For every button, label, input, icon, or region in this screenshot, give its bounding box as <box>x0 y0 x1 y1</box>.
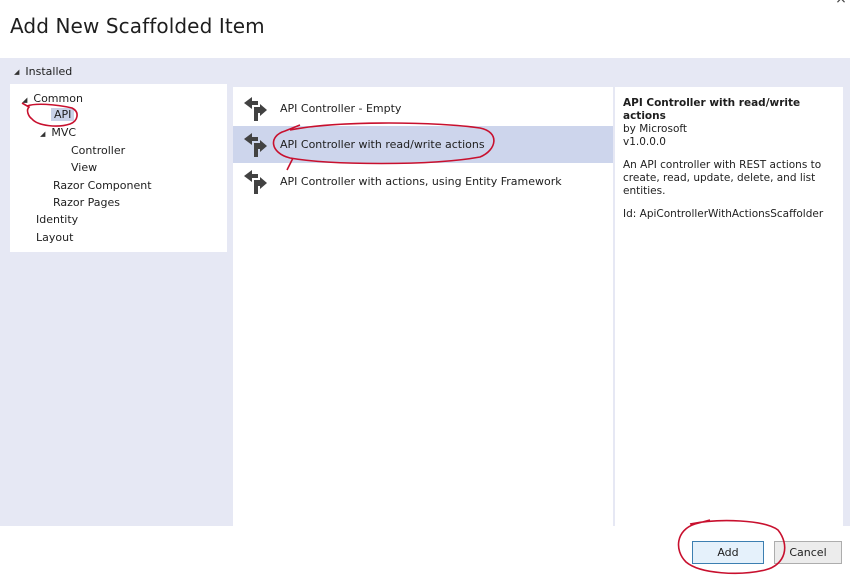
tree-item-razor-component[interactable]: Razor Component <box>53 179 152 192</box>
tree-item-layout[interactable]: Layout <box>36 231 73 244</box>
expanded-triangle-icon: ◢ <box>14 67 20 76</box>
list-item-api-controller-entity-framework[interactable]: API Controller with actions, using Entit… <box>233 163 613 200</box>
installed-label: Installed <box>25 65 73 78</box>
main-area: ◢ Installed ◢ Common API ◢ MVC Controller … <box>0 58 850 526</box>
add-button[interactable]: Add <box>692 541 764 564</box>
list-item-label: API Controller with actions, using Entit… <box>280 175 562 188</box>
list-item-label: API Controller with read/write actions <box>280 138 485 151</box>
details-author: by Microsoft <box>623 123 687 135</box>
scaffolder-list: API Controller - Empty API Controller wi… <box>233 87 613 526</box>
list-item-api-controller-read-write[interactable]: API Controller with read/write actions <box>233 126 613 163</box>
tree-item-controller[interactable]: Controller <box>71 144 125 157</box>
tree-item-label: Identity <box>36 213 79 226</box>
tree-item-label: API <box>54 108 72 121</box>
details-id: Id: ApiControllerWithActionsScaffolder <box>623 208 824 220</box>
tree-item-api[interactable]: API <box>51 108 75 121</box>
tree-item-label: MVC <box>51 126 77 139</box>
tree-item-label: Layout <box>36 231 74 244</box>
scaffold-controller-icon <box>244 169 267 194</box>
list-item-api-controller-empty[interactable]: API Controller - Empty <box>233 90 613 127</box>
close-icon[interactable]: × <box>834 0 848 6</box>
tree-item-label: Common <box>33 92 83 105</box>
installed-header[interactable]: ◢ Installed <box>14 65 72 78</box>
category-tree: ◢ Common API ◢ MVC Controller View Razor C… <box>10 84 227 252</box>
tree-item-identity[interactable]: Identity <box>36 213 78 226</box>
scaffold-controller-icon <box>244 96 267 121</box>
details-panel: API Controller with read/write actions b… <box>615 87 843 526</box>
tree-item-label: Controller <box>71 144 126 157</box>
tree-item-label: View <box>71 161 98 174</box>
tree-item-view[interactable]: View <box>71 161 97 174</box>
dialog-title: Add New Scaffolded Item <box>10 14 265 38</box>
scaffold-controller-icon <box>244 132 267 157</box>
expanded-triangle-icon: ◢ <box>22 96 28 104</box>
details-version: v1.0.0.0 <box>623 136 666 148</box>
tree-item-common[interactable]: ◢ Common <box>22 92 83 105</box>
tree-item-razor-pages[interactable]: Razor Pages <box>53 196 120 209</box>
details-title: API Controller with read/write actions <box>623 97 801 122</box>
tree-item-label: Razor Component <box>53 179 152 192</box>
tree-item-mvc[interactable]: ◢ MVC <box>40 126 76 139</box>
expanded-triangle-icon: ◢ <box>40 130 46 138</box>
tree-item-label: Razor Pages <box>53 196 121 209</box>
list-item-label: API Controller - Empty <box>280 102 402 115</box>
cancel-button[interactable]: Cancel <box>774 541 842 564</box>
details-description: An API controller with REST actions to c… <box>623 159 822 197</box>
